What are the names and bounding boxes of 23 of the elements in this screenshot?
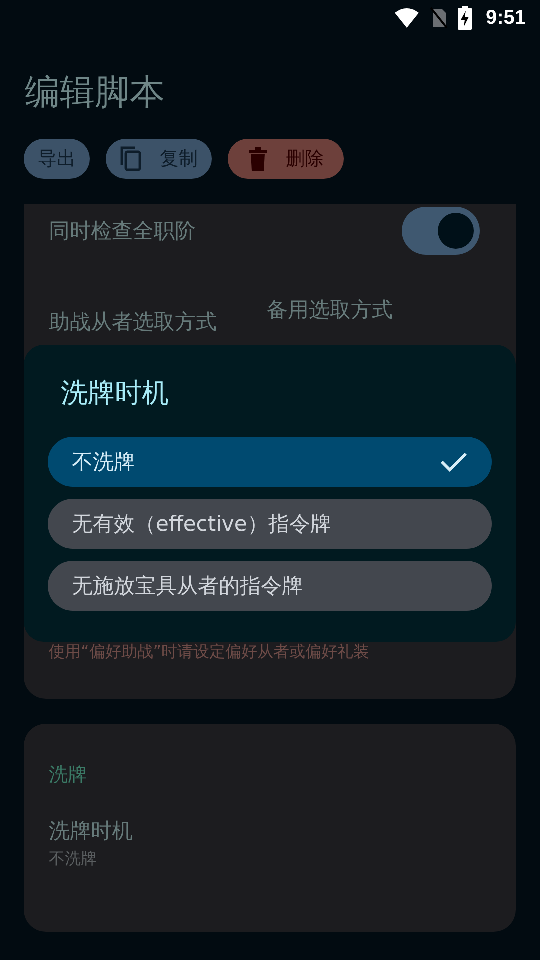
setting-label: 同时检查全职阶 <box>49 218 196 245</box>
setting-label[interactable]: 洗牌时机 <box>49 817 491 845</box>
wifi-icon <box>394 7 420 29</box>
option-item[interactable]: 无施放宝具从者的指令牌 <box>48 561 492 611</box>
page-title: 编辑脚本 <box>24 72 166 115</box>
copy-button[interactable]: 复制 <box>106 139 212 179</box>
option-item[interactable]: 不洗牌 <box>48 437 492 487</box>
toggle-switch[interactable] <box>402 207 480 255</box>
dialog-title: 洗牌时机 <box>60 377 170 411</box>
copy-icon <box>120 146 142 172</box>
setting-label: 助战从者选取方式 <box>49 309 217 336</box>
no-sim-icon <box>430 7 448 29</box>
export-button[interactable]: 导出 <box>24 139 90 179</box>
trash-icon <box>248 147 268 171</box>
checkmark-icon <box>440 451 468 473</box>
clock-time: 9:51 <box>486 6 526 30</box>
battery-charging-icon <box>458 6 472 30</box>
option-item[interactable]: 无有效（effective）指令牌 <box>48 499 492 549</box>
setting-value: 不洗牌 <box>49 849 98 870</box>
hint-text: 使用“偏好助战”时请设定偏好从者或偏好礼装 <box>49 642 370 663</box>
section-heading: 洗牌 <box>49 763 88 788</box>
setting-label: 备用选取方式 <box>267 297 393 324</box>
delete-button[interactable]: 删除 <box>228 139 344 179</box>
